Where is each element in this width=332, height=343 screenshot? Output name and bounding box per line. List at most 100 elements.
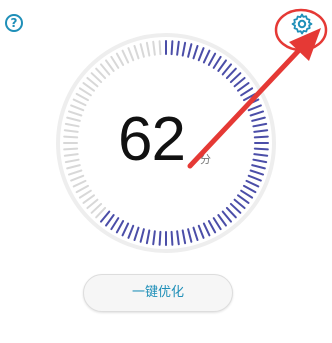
gauge-tick-inactive (78, 189, 92, 199)
gauge-tick-inactive (67, 169, 83, 176)
gauge-tick-active (245, 98, 260, 107)
gauge-tick-active (229, 72, 242, 84)
gauge-tick-active (139, 228, 145, 243)
gauge-tick-inactive (63, 135, 79, 139)
one-click-optimize-button[interactable]: 一键优化 (83, 274, 233, 312)
gauge-tick-inactive (95, 67, 107, 80)
gauge-tick-active (253, 129, 269, 133)
gauge-tick-inactive (66, 116, 81, 122)
score-unit: 分 (200, 153, 211, 166)
gauge-tick-inactive (95, 206, 107, 219)
gauge-tick-active (212, 217, 222, 231)
gauge-tick-active (237, 82, 250, 92)
gauge-tick-active (99, 210, 111, 223)
gauge-tick-active (251, 116, 266, 122)
gauge-tick-active (152, 230, 156, 246)
gauge-tick-active (221, 63, 233, 76)
gauge-tick-inactive (67, 110, 83, 117)
gauge-tick-inactive (105, 59, 115, 72)
gauge-tick-active (176, 230, 180, 246)
gauge-tick-active (249, 169, 265, 176)
gauge-tick-inactive (70, 174, 85, 182)
gauge-tick-active (217, 214, 227, 227)
gauge-tick-active (229, 202, 242, 214)
gauge-tick-active (202, 222, 211, 237)
gauge-tick-active (221, 210, 233, 223)
gauge-tick-active (253, 135, 269, 139)
gauge-tick-inactive (121, 49, 130, 64)
gauge-tick-inactive (75, 92, 90, 102)
gauge-tick-active (181, 229, 187, 245)
gauge-tick-active (197, 47, 205, 62)
gauge-tick-active (158, 230, 162, 246)
gauge-tick-inactive (78, 87, 92, 97)
gauge-tick-active (240, 87, 254, 97)
gauge-tick-inactive (72, 98, 87, 107)
gauge-tick-inactive (63, 153, 79, 157)
gauge-tick-active (247, 174, 262, 182)
gauge-tick-active (251, 164, 266, 170)
gauge-tick-inactive (90, 72, 103, 84)
gauge-tick-active (207, 52, 217, 67)
gauge-tick-active (245, 179, 260, 188)
gauge-tick-inactive (86, 76, 99, 88)
gauge-tick-active (207, 219, 217, 234)
gauge-tick-inactive (64, 122, 80, 128)
gauge-tick-inactive (127, 47, 135, 62)
gauge-tick-inactive (152, 40, 156, 56)
gauge-tick-active (121, 222, 130, 237)
gear-icon (291, 13, 313, 35)
gauge-tick-inactive (86, 198, 99, 210)
gauge-tick-active (252, 122, 268, 128)
gauge-tick-active (225, 206, 237, 219)
help-button[interactable]: ? (5, 14, 23, 32)
gauge-tick-active (181, 41, 187, 57)
gauge-tick-active (249, 110, 265, 117)
gauge-tick-inactive (139, 43, 145, 58)
gauge-tick-active (240, 189, 254, 199)
gauge-tick-active (242, 184, 257, 194)
gauge-tick-inactive (99, 63, 111, 76)
gauge-tick-active (170, 230, 174, 246)
gauge-tick-active (225, 67, 237, 80)
gauge-tick-inactive (75, 184, 90, 194)
settings-button[interactable] (290, 12, 314, 36)
gauge-tick-active (217, 59, 227, 72)
gauge-tick-inactive (70, 104, 85, 112)
gauge-tick-active (247, 104, 262, 112)
gauge-tick-inactive (133, 44, 140, 60)
gauge-tick-active (253, 153, 269, 157)
gauge-tick-active (187, 43, 193, 58)
gauge-tick-active (133, 226, 140, 242)
gauge-tick-inactive (63, 147, 79, 151)
gauge-tick-active (197, 224, 205, 239)
gauge-tick-active (187, 228, 193, 243)
gauge-tick-active (170, 40, 174, 56)
gauge-tick-active (242, 92, 257, 102)
gauge-tick-active (212, 55, 222, 69)
gauge-tick-active (252, 158, 268, 164)
gauge-tick-active (127, 224, 135, 239)
gauge-tick-active (237, 194, 250, 204)
gauge-tick-inactive (82, 194, 95, 204)
gauge-tick-active (192, 44, 199, 60)
gauge-tick-active (176, 40, 180, 56)
gauge-tick-inactive (110, 55, 120, 69)
gauge-tick-inactive (82, 82, 95, 92)
question-circle-icon: ? (10, 16, 18, 30)
gauge-tick-active (145, 229, 151, 245)
gauge-tick-active (233, 76, 246, 88)
gauge-tick-inactive (64, 158, 80, 164)
gauge-tick-active (115, 219, 125, 234)
gauge-tick-active (105, 214, 115, 227)
gauge-tick-inactive (72, 179, 87, 188)
gauge-tick-inactive (66, 164, 81, 170)
gauge-tick-inactive (158, 40, 162, 56)
gauge-tick-active (233, 198, 246, 210)
gauge-tick-inactive (145, 41, 151, 57)
gauge-tick-active (192, 226, 199, 242)
gauge-tick-active (253, 147, 269, 151)
gauge-tick-inactive (115, 52, 125, 67)
gauge-tick-active (110, 217, 120, 231)
gauge-tick-inactive (90, 202, 103, 214)
